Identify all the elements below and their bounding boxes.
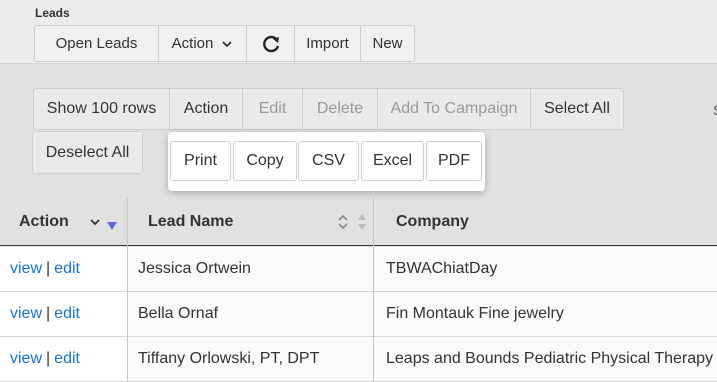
chevron-down-icon (222, 40, 232, 47)
column-header-company-label: Company (396, 213, 469, 230)
delete-button[interactable]: Delete (302, 88, 378, 130)
table-row: view | edit Jessica Ortwein TBWAChiatDay (0, 247, 717, 292)
link-separator: | (46, 350, 51, 367)
column-header-action[interactable]: Action (19, 198, 117, 246)
open-leads-dropdown[interactable]: Open Leads (34, 25, 159, 62)
deselect-all-button[interactable]: Deselect All (32, 131, 143, 174)
select-all-button[interactable]: Select All (530, 88, 624, 130)
export-menu: Print Copy CSV Excel PDF (168, 132, 485, 191)
action-dropdown[interactable]: Action (158, 25, 247, 62)
column-header-company[interactable]: Company (396, 198, 469, 246)
edit-link[interactable]: edit (54, 305, 80, 323)
row-actions: view | edit (0, 292, 127, 336)
export-copy-button[interactable]: Copy (233, 141, 297, 181)
chevron-down-icon (90, 219, 100, 226)
sort-both-icon[interactable] (357, 213, 367, 231)
refresh-button[interactable] (246, 25, 295, 62)
column-header-lead-name[interactable]: Lead Name (148, 198, 233, 246)
view-link[interactable]: view (10, 305, 42, 323)
company-cell: Fin Montauk Fine jewelry (386, 305, 564, 322)
table-row: view | edit Bella Ornaf Fin Montauk Fine… (0, 292, 717, 337)
new-button[interactable]: New (360, 25, 415, 62)
column-header-action-label: Action (19, 213, 69, 230)
company-cell: Leaps and Bounds Pediatric Physical Ther… (386, 350, 714, 367)
table-body: view | edit Jessica Ortwein TBWAChiatDay… (0, 247, 717, 382)
edit-link[interactable]: edit (54, 350, 80, 368)
lead-name-cell: Jessica Ortwein (138, 260, 251, 277)
row-actions: view | edit (0, 247, 127, 291)
sort-desc-icon (106, 222, 117, 230)
top-toolbar: Open Leads Action Import New (34, 25, 415, 62)
lead-name-cell: Tiffany Orlowski, PT, DPT (138, 350, 320, 367)
toolbar-overflow-text: S (713, 102, 717, 118)
edit-button[interactable]: Edit (242, 88, 303, 130)
column-divider (373, 198, 374, 382)
view-link[interactable]: view (10, 350, 42, 368)
edit-link[interactable]: edit (54, 260, 80, 278)
export-print-button[interactable]: Print (170, 141, 231, 181)
link-separator: | (46, 260, 51, 277)
company-cell: TBWAChiatDay (386, 260, 498, 277)
list-toolbar: Show 100 rows Action Edit Delete Add To … (33, 88, 624, 130)
show-rows-button[interactable]: Show 100 rows (33, 88, 170, 130)
export-excel-button[interactable]: Excel (361, 141, 424, 181)
export-csv-button[interactable]: CSV (298, 141, 359, 181)
view-link[interactable]: view (10, 260, 42, 278)
import-button[interactable]: Import (294, 25, 361, 62)
table-row: view | edit Tiffany Orlowski, PT, DPT Le… (0, 337, 717, 382)
table-header: Action Lead Name Company (0, 198, 717, 246)
module-title: Leads (35, 6, 70, 20)
row-actions: view | edit (0, 337, 127, 381)
add-to-campaign-button[interactable]: Add To Campaign (377, 88, 531, 130)
column-divider (127, 198, 128, 382)
column-header-lead-name-label: Lead Name (148, 213, 234, 230)
list-action-button[interactable]: Action (169, 88, 243, 130)
sort-toggle-icon[interactable] (337, 213, 349, 231)
lead-name-cell: Bella Ornaf (138, 305, 219, 322)
refresh-icon (262, 35, 279, 52)
link-separator: | (46, 305, 51, 322)
action-dropdown-label: Action (171, 35, 214, 52)
export-pdf-button[interactable]: PDF (426, 141, 482, 181)
